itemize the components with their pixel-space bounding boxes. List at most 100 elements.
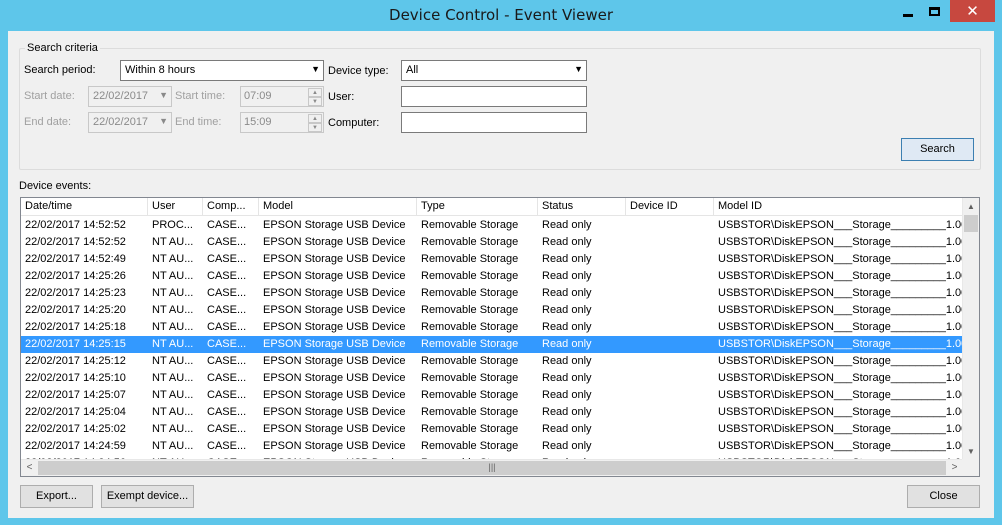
end-date-value: 22/02/2017 (93, 116, 149, 128)
horizontal-scrollbar[interactable]: < ||| > (21, 459, 963, 476)
table-row[interactable]: 22/02/2017 14:25:10 NT AU... CASE... EPSON … (21, 370, 963, 387)
table-cell: CASE... (207, 355, 247, 367)
search-criteria-title: Search criteria (25, 42, 100, 54)
table-row[interactable]: 22/02/2017 14:25:04 NT AU... CASE... EPSON … (21, 404, 963, 421)
spin-down-icon[interactable]: ▼ (308, 97, 322, 106)
table-cell: Read only (542, 423, 592, 435)
search-period-dropdown[interactable]: Within 8 hours ▼ (120, 60, 324, 81)
table-row[interactable]: 22/02/2017 14:52:52 PROC... CASE... EPSON S… (21, 217, 963, 234)
close-window-button[interactable]: ✕ (950, 0, 995, 22)
column-header-status[interactable]: Status (538, 198, 626, 216)
end-time-spinner[interactable]: 15:09 ▲ ▼ (240, 112, 324, 133)
window-title: Device Control - Event Viewer (389, 6, 613, 24)
table-row[interactable]: 22/02/2017 14:25:12 NT AU... CASE... EPSON … (21, 353, 963, 370)
device-type-dropdown[interactable]: All ▼ (401, 60, 587, 81)
start-time-label: Start time: (175, 90, 226, 102)
start-time-spinner[interactable]: 07:09 ▲ ▼ (240, 86, 324, 107)
vertical-scroll-thumb[interactable] (964, 215, 978, 232)
table-cell: USBSTOR\DiskEPSON___Storage_________1.00 (718, 304, 963, 316)
table-cell (626, 387, 714, 404)
table-cell: USBSTOR\DiskEPSON___Storage_________1.00 (718, 270, 963, 282)
spin-up-icon[interactable]: ▲ (308, 88, 322, 97)
table-cell: NT AU... (152, 440, 194, 452)
table-cell: EPSON Storage USB Device (263, 236, 406, 248)
table-row[interactable]: 22/02/2017 14:24:59 NT AU... CASE... EPSON … (21, 438, 963, 455)
chevron-down-icon: ▼ (311, 64, 320, 74)
table-cell: CASE... (207, 270, 247, 282)
table-row[interactable]: 22/02/2017 14:52:52 NT AU... CASE... EPSON … (21, 234, 963, 251)
end-time-value: 15:09 (244, 116, 272, 128)
column-header-type[interactable]: Type (417, 198, 538, 216)
column-header-computer[interactable]: Comp... (203, 198, 259, 216)
table-cell: Read only (542, 440, 592, 452)
column-header-model[interactable]: Model (259, 198, 417, 216)
computer-input[interactable] (401, 112, 587, 133)
table-row[interactable]: 22/02/2017 14:25:07 NT AU... CASE... EPSON … (21, 387, 963, 404)
table-cell (626, 302, 714, 319)
minimize-button[interactable] (894, 0, 921, 22)
table-row[interactable]: 22/02/2017 14:25:15 NT AU... CASE... EPSON … (21, 336, 963, 353)
table-cell: EPSON Storage USB Device (263, 338, 406, 350)
vertical-scrollbar[interactable]: ▲ ▼ (962, 198, 979, 460)
start-date-picker[interactable]: 22/02/2017 ▼ (88, 86, 172, 107)
table-row[interactable]: 22/02/2017 14:25:20 NT AU... CASE... EPSON … (21, 302, 963, 319)
table-row[interactable]: 22/02/2017 14:25:18 NT AU... CASE... EPSON … (21, 319, 963, 336)
column-header-model-id[interactable]: Model ID (714, 198, 963, 216)
user-input[interactable] (401, 86, 587, 107)
export-button[interactable]: Export... (20, 485, 93, 508)
end-date-picker[interactable]: 22/02/2017 ▼ (88, 112, 172, 133)
search-period-label: Search period: (24, 64, 96, 76)
table-cell: 22/02/2017 14:52:49 (25, 253, 126, 265)
device-events-table[interactable]: Date/time User Comp... Model Type Status Devic… (20, 197, 980, 477)
table-cell: NT AU... (152, 253, 194, 265)
search-button[interactable]: Search (901, 138, 974, 161)
table-cell: NT AU... (152, 406, 194, 418)
scroll-right-icon[interactable]: > (946, 460, 963, 476)
table-cell: 22/02/2017 14:52:52 (25, 219, 126, 231)
table-row[interactable]: 22/02/2017 14:25:26 NT AU... CASE... EPSON … (21, 268, 963, 285)
table-cell: Removable Storage (421, 304, 519, 316)
scroll-left-icon[interactable]: < (21, 460, 38, 476)
scroll-down-icon[interactable]: ▼ (963, 443, 979, 460)
table-cell: EPSON Storage USB Device (263, 253, 406, 265)
spin-down-icon[interactable]: ▼ (308, 123, 322, 132)
end-time-label: End time: (175, 116, 222, 128)
column-header-device-id[interactable]: Device ID (626, 198, 714, 216)
table-cell: CASE... (207, 406, 247, 418)
scroll-up-icon[interactable]: ▲ (963, 198, 979, 215)
maximize-button[interactable] (921, 0, 948, 22)
table-cell: Read only (542, 253, 592, 265)
exempt-device-button[interactable]: Exempt device... (101, 485, 194, 508)
close-button[interactable]: Close (907, 485, 980, 508)
table-row[interactable]: 22/02/2017 14:52:49 NT AU... CASE... EPSON … (21, 251, 963, 268)
table-cell: NT AU... (152, 389, 194, 401)
table-cell: EPSON Storage USB Device (263, 440, 406, 452)
table-cell: EPSON Storage USB Device (263, 304, 406, 316)
table-cell (626, 438, 714, 455)
column-header-user[interactable]: User (148, 198, 203, 216)
horizontal-scroll-thumb[interactable]: ||| (38, 461, 946, 475)
table-cell: CASE... (207, 440, 247, 452)
table-row[interactable]: 22/02/2017 14:25:02 NT AU... CASE... EPSON … (21, 421, 963, 438)
spin-up-icon[interactable]: ▲ (308, 114, 322, 123)
table-row[interactable]: 22/02/2017 14:25:23 NT AU... CASE... EPSON … (21, 285, 963, 302)
table-cell: NT AU... (152, 236, 194, 248)
table-cell: EPSON Storage USB Device (263, 406, 406, 418)
table-cell: 22/02/2017 14:25:20 (25, 304, 126, 316)
table-cell: EPSON Storage USB Device (263, 219, 406, 231)
column-header-datetime[interactable]: Date/time (21, 198, 148, 216)
table-cell: 22/02/2017 14:25:12 (25, 355, 126, 367)
table-cell: USBSTOR\DiskEPSON___Storage_________1.00 (718, 440, 963, 452)
start-date-value: 22/02/2017 (93, 90, 149, 102)
table-cell: CASE... (207, 338, 247, 350)
table-cell (626, 251, 714, 268)
table-cell (626, 319, 714, 336)
end-date-label: End date: (24, 116, 72, 128)
table-cell: NT AU... (152, 372, 194, 384)
table-cell: Removable Storage (421, 406, 519, 418)
start-date-label: Start date: (24, 90, 75, 102)
title-bar[interactable]: Device Control - Event Viewer ✕ (0, 0, 1002, 31)
table-cell (626, 336, 714, 353)
chevron-down-icon: ▼ (574, 64, 583, 74)
table-cell: Read only (542, 338, 592, 350)
